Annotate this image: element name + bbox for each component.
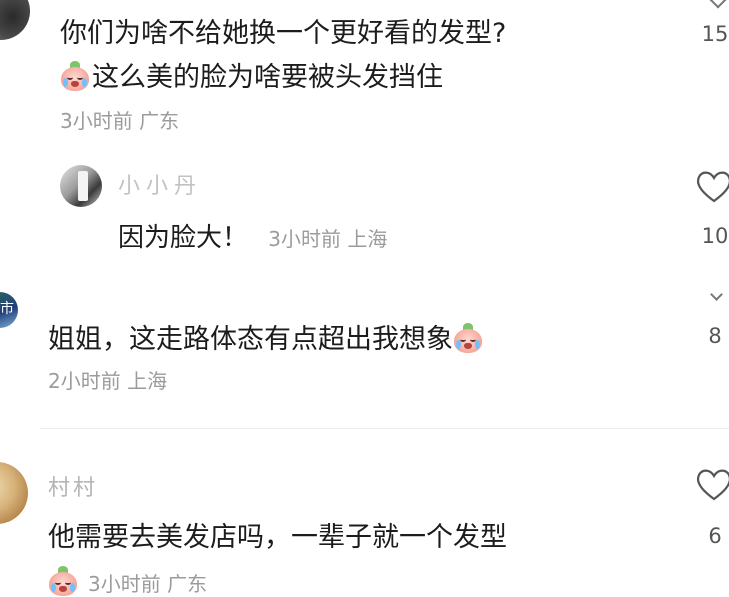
- avatar[interactable]: 市: [0, 292, 18, 328]
- comment-meta: 3小时前 上海: [268, 227, 388, 251]
- heart-icon[interactable]: [694, 168, 729, 204]
- comment-text: 他需要去美发店吗，一辈子就一个发型: [48, 522, 507, 553]
- crying-emoji-icon: [60, 61, 90, 91]
- chevron-down-icon[interactable]: [710, 288, 723, 301]
- avatar[interactable]: [0, 462, 28, 524]
- comment-meta-text: 3小时前 广东: [88, 572, 208, 596]
- like-count: 10: [701, 224, 729, 248]
- like-count: 6: [708, 524, 722, 548]
- comment-meta: 3小时前 广东: [60, 109, 180, 133]
- avatar[interactable]: [60, 165, 102, 207]
- comment-text: 因为脸大！ 3小时前 上海: [118, 220, 387, 256]
- heart-icon[interactable]: [694, 466, 729, 502]
- like-count: 15: [701, 22, 729, 46]
- comment-text-line2: 这么美的脸为啥要被头发挡住: [92, 62, 443, 93]
- username[interactable]: 村村: [48, 470, 98, 502]
- crying-emoji-icon: [453, 323, 483, 353]
- like-count: 8: [708, 324, 722, 348]
- chevron-down-icon[interactable]: [709, 0, 727, 9]
- comment-text-body: 姐姐，这走路体态有点超出我想象: [48, 324, 453, 355]
- comment-text: 你们为啥不给她换一个更好看的发型?: [60, 18, 507, 49]
- comment-text: 这么美的脸为啥要被头发挡住: [60, 60, 443, 96]
- comment-text: 姐姐，这走路体态有点超出我想象: [48, 322, 485, 358]
- crying-emoji-icon: [48, 566, 78, 596]
- comment-meta: 2小时前 上海: [48, 369, 168, 393]
- divider: [40, 428, 729, 429]
- avatar-glyph: 市: [0, 301, 14, 317]
- username[interactable]: 小小丹: [118, 168, 202, 200]
- comment-meta: 3小时前 广东: [48, 566, 207, 597]
- reply-text: 因为脸大！: [118, 223, 249, 253]
- avatar[interactable]: [0, 0, 30, 40]
